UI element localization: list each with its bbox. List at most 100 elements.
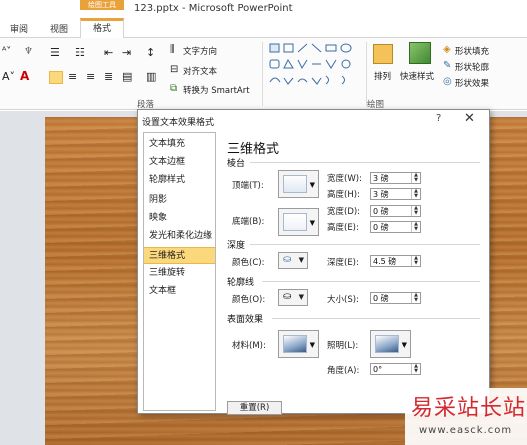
nav-reflection[interactable]: 映象 xyxy=(144,210,215,227)
quick-styles-button[interactable]: 快速样式 xyxy=(400,70,434,82)
smartart-icon: ⧉ xyxy=(170,83,178,94)
bottom-height-spinner[interactable]: 0 磅 ▲ ▼ xyxy=(370,221,421,233)
bevel-top-swatch xyxy=(283,175,307,193)
clear-format-icon[interactable]: ♆ xyxy=(24,46,33,57)
bottom-height-label: 高度(E): xyxy=(327,223,359,233)
decrease-indent-icon[interactable]: ⇤ xyxy=(104,46,113,59)
bevel-section-title: 棱台 xyxy=(227,159,246,169)
chevron-down-icon: ▼ xyxy=(298,256,304,264)
nav-glow-soft-edges[interactable]: 发光和柔化边缘 xyxy=(144,228,215,245)
nav-text-outline[interactable]: 文本边框 xyxy=(144,154,215,171)
top-width-value: 3 磅 xyxy=(373,174,389,183)
contour-size-spinner[interactable]: 0 磅 ▲ ▼ xyxy=(370,292,421,304)
align-left-icon[interactable] xyxy=(49,71,63,84)
font-size-icon[interactable]: ᴬ˅ xyxy=(2,46,11,57)
section-divider xyxy=(262,281,480,282)
align-text-icon: ⊟ xyxy=(170,64,179,75)
columns-icon[interactable]: ▥ xyxy=(146,70,156,83)
spinner-arrows-icon[interactable]: ▲ ▼ xyxy=(411,173,420,183)
depth-color-picker[interactable]: ⛀ ▼ xyxy=(278,252,308,269)
nav-3d-format[interactable]: 三维格式 xyxy=(144,247,215,264)
bevel-bottom-picker[interactable]: ▼ xyxy=(278,208,319,236)
lighting-picker[interactable]: ▼ xyxy=(370,330,411,358)
watermark: 易采站长站 www.easck.com xyxy=(405,388,527,445)
title-bar: 绘图工具 123.pptx - Microsoft PowerPoint xyxy=(0,0,527,18)
shape-outline-icon: ✎ xyxy=(443,60,452,71)
section-divider xyxy=(250,244,480,245)
convert-smartart-button[interactable]: 转换为 SmartArt xyxy=(183,84,250,96)
shape-outline-button[interactable]: 形状轮廓 xyxy=(455,61,489,73)
surface-section-title: 表面效果 xyxy=(227,315,264,325)
bullets-icon[interactable]: ☰ xyxy=(50,46,60,59)
angle-spinner[interactable]: 0° ▲ ▼ xyxy=(370,363,421,375)
spinner-arrows-icon[interactable]: ▲ ▼ xyxy=(411,206,420,216)
text-direction-icon: ⫼ xyxy=(170,44,175,55)
spinner-arrows-icon[interactable]: ▲ ▼ xyxy=(411,256,420,266)
paint-bucket-icon: ⛀ xyxy=(283,291,292,302)
tab-format[interactable]: 格式 xyxy=(80,18,124,39)
spinner-arrows-icon[interactable]: ▲ ▼ xyxy=(411,364,420,374)
nav-outline-style[interactable]: 轮廓样式 xyxy=(144,172,215,189)
line-spacing-icon[interactable]: ↕ xyxy=(146,46,155,59)
depth-section-title: 深度 xyxy=(227,241,246,251)
shapes-gallery-icon[interactable] xyxy=(268,42,360,92)
tab-review[interactable]: 审阅 xyxy=(10,22,28,35)
arrange-button[interactable]: 排列 xyxy=(374,70,391,82)
shape-fill-icon: ◈ xyxy=(443,44,451,55)
numbering-icon[interactable]: ☷ xyxy=(75,46,85,59)
chevron-down-icon: ▼ xyxy=(309,181,315,189)
justify-icon[interactable]: ≣ xyxy=(104,70,113,83)
3d-format-panel: 三维格式 棱台 顶端(T): ▼ 宽度(W): 3 磅 ▲ ▼ 高度(H): 3 … xyxy=(222,132,486,415)
section-divider xyxy=(272,318,480,319)
align-center-icon[interactable]: ≡ xyxy=(68,70,77,83)
change-case-icon[interactable]: A˅ xyxy=(2,70,15,83)
depth-spinner[interactable]: 4.5 磅 ▲ ▼ xyxy=(370,255,421,267)
tab-view[interactable]: 视图 xyxy=(50,22,68,35)
align-text-button[interactable]: 对齐文本 xyxy=(183,65,217,77)
close-button[interactable]: ✕ xyxy=(464,111,475,126)
material-swatch xyxy=(283,335,307,353)
material-picker[interactable]: ▼ xyxy=(278,330,319,358)
increase-indent-icon[interactable]: ⇥ xyxy=(122,46,131,59)
help-button[interactable]: ? xyxy=(436,113,441,124)
nav-text-box[interactable]: 文本框 xyxy=(144,283,215,300)
chevron-down-icon: ▼ xyxy=(298,293,304,301)
angle-label: 角度(A): xyxy=(327,366,360,376)
bevel-top-label: 顶端(T): xyxy=(232,181,264,191)
distributed-icon[interactable]: ▤ xyxy=(122,70,132,83)
nav-shadow[interactable]: 阴影 xyxy=(144,192,215,209)
reset-button[interactable]: 重置(R) xyxy=(227,401,282,415)
align-right-icon[interactable]: ≡ xyxy=(86,70,95,83)
shape-effects-button[interactable]: 形状效果 xyxy=(455,77,489,89)
top-width-spinner[interactable]: 3 磅 ▲ ▼ xyxy=(370,172,421,184)
contour-color-picker[interactable]: ⛀ ▼ xyxy=(278,289,308,306)
watermark-url-text: www.easck.com xyxy=(419,425,513,436)
chevron-down-icon: ▼ xyxy=(309,219,315,227)
spinner-arrows-icon[interactable]: ▲ ▼ xyxy=(411,189,420,199)
depth-label: 深度(E): xyxy=(327,258,359,268)
shape-effects-icon: ◎ xyxy=(443,76,452,87)
lighting-label: 照明(L): xyxy=(327,341,359,351)
spinner-arrows-icon[interactable]: ▲ ▼ xyxy=(411,222,420,232)
bevel-bottom-label: 底端(B): xyxy=(232,217,265,227)
font-color-icon[interactable]: A xyxy=(20,69,29,83)
bevel-top-picker[interactable]: ▼ xyxy=(278,170,319,198)
lighting-swatch xyxy=(375,335,399,353)
bottom-width-spinner[interactable]: 0 磅 ▲ ▼ xyxy=(370,205,421,217)
chevron-down-icon: ▼ xyxy=(309,341,315,349)
ribbon-tabs: 审阅 视图 格式 xyxy=(0,18,527,39)
nav-3d-rotation[interactable]: 三维旋转 xyxy=(144,265,215,282)
text-direction-button[interactable]: 文字方向 xyxy=(183,45,217,57)
nav-text-fill[interactable]: 文本填充 xyxy=(144,136,215,153)
window-title: 123.pptx - Microsoft PowerPoint xyxy=(134,3,293,14)
ribbon: ᴬ˅ ♆ A˅ A ☰ ☷ ⇤ ⇥ ↕ ≡ ≡ ≣ ▤ ▥ ⫼ 文字方向 ⊟ 对… xyxy=(0,38,527,110)
arrange-icon[interactable] xyxy=(373,44,393,64)
quick-styles-icon[interactable] xyxy=(409,42,431,64)
top-height-spinner[interactable]: 3 磅 ▲ ▼ xyxy=(370,188,421,200)
contour-color-label: 颜色(O): xyxy=(232,295,266,305)
spinner-arrows-icon[interactable]: ▲ ▼ xyxy=(411,293,420,303)
dialog-title: 设置文本效果格式 xyxy=(142,118,215,128)
shape-fill-button[interactable]: 形状填充 xyxy=(455,45,489,57)
group-divider xyxy=(366,42,367,106)
top-width-label: 宽度(W): xyxy=(327,174,362,184)
